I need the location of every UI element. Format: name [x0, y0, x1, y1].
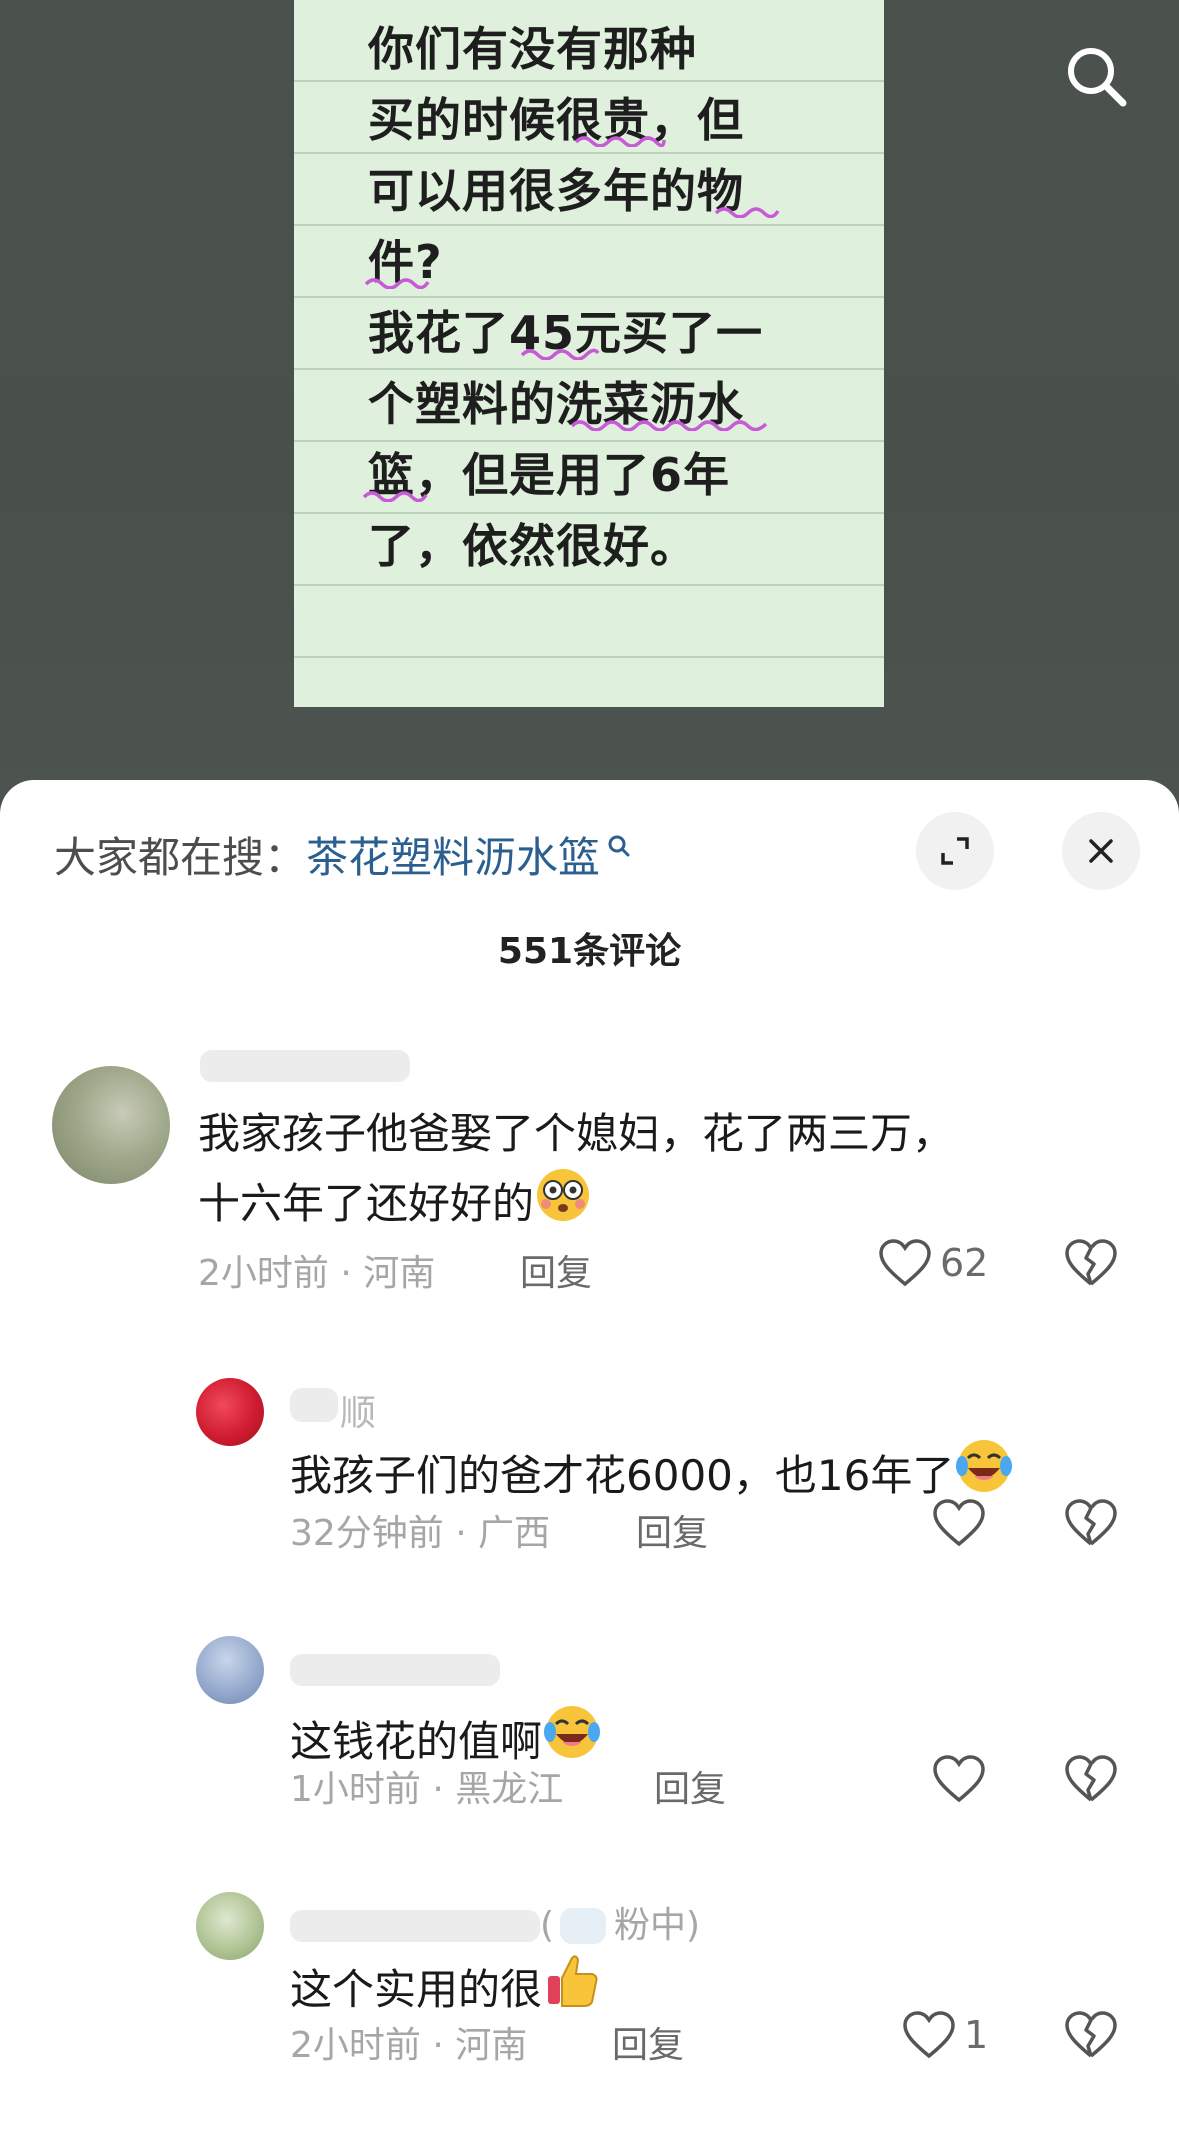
comment-text: 这个实用的很	[290, 1950, 1150, 2022]
dislike-button[interactable]	[1064, 1754, 1118, 1808]
username-blurred[interactable]	[200, 1050, 410, 1082]
video-area[interactable]: 你们有没有那种 买的时候很贵，但 可以用很多年的物 件? 我花了45元买了一 个…	[0, 0, 1179, 800]
hot-search-bar: 大家都在搜： 茶花塑料沥水篮	[54, 824, 632, 885]
broken-heart-icon	[1065, 1755, 1117, 1802]
like-count: 62	[940, 1241, 989, 1285]
dislike-button[interactable]	[1064, 2010, 1118, 2064]
heart-icon	[933, 1755, 985, 1803]
avatar[interactable]	[52, 1066, 170, 1184]
note-text: 你们有没有那种 买的时候很贵，但 可以用很多年的物 件? 我花了45元买了一 个…	[368, 22, 764, 573]
expand-icon	[941, 837, 969, 865]
reply-item: 这钱花的值啊 1小时前 · 黑龙江 回复	[0, 1632, 1179, 1842]
avatar[interactable]	[196, 1892, 264, 1960]
comment-count: 551条评论	[497, 931, 682, 972]
reply-item: 顺 我孩子们的爸才花6000，也16年了 32分钟前 · 广西 回复	[0, 1376, 1179, 1586]
broken-heart-icon	[1065, 1239, 1117, 1286]
avatar[interactable]	[196, 1636, 264, 1704]
avatar[interactable]	[196, 1378, 264, 1446]
hot-search-link[interactable]: 茶花塑料沥水篮	[306, 824, 600, 885]
hot-search-prefix: 大家都在搜：	[54, 833, 307, 882]
heart-icon	[933, 1499, 985, 1547]
comment-sheet: 大家都在搜： 茶花塑料沥水篮 551条评论 我家孩子他爸娶了个媳妇，花了两三万，…	[0, 780, 1179, 2152]
reply-button[interactable]: 回复	[654, 1760, 726, 1812]
close-button[interactable]	[1062, 812, 1140, 890]
like-count: 1	[964, 2013, 989, 2057]
flushed-face-icon	[537, 1169, 590, 1221]
username[interactable]: 顺	[340, 1384, 376, 1436]
dislike-button[interactable]	[1064, 1238, 1118, 1292]
thumbs-up-icon	[548, 1955, 598, 2007]
expand-button[interactable]	[916, 812, 994, 890]
like-button[interactable]: 62	[878, 1238, 988, 1288]
like-button[interactable]	[932, 1754, 986, 1804]
broken-heart-icon	[1065, 1499, 1117, 1546]
reply-button[interactable]: 回复	[636, 1504, 708, 1556]
reply-item: (粉中) 这个实用的很 2小时前 · 河南 回复 1	[0, 1888, 1179, 2148]
small-search-icon	[608, 835, 630, 856]
laughing-crying-face-icon	[544, 1706, 601, 1758]
comment-text: 我孩子们的爸才花6000，也16年了	[290, 1436, 1150, 1508]
comment-text: 我家孩子他爸娶了个媳妇，花了两三万， 十六年了还好好的	[198, 1109, 955, 1228]
like-button[interactable]	[932, 1498, 986, 1548]
broken-heart-icon	[1065, 2011, 1117, 2058]
username-blurred[interactable]	[290, 1910, 540, 1942]
laughing-crying-face-icon	[956, 1440, 1013, 1492]
username-blurred[interactable]	[290, 1654, 500, 1686]
comment-meta: 1小时前 · 黑龙江	[290, 1769, 564, 1810]
heart-icon	[879, 1239, 931, 1287]
search-button[interactable]	[1056, 36, 1136, 116]
comment-meta: 2小时前 · 河南	[290, 2025, 528, 2066]
close-icon	[1089, 839, 1113, 863]
comment-meta: 2小时前 · 河南	[198, 1253, 436, 1294]
reply-button[interactable]: 回复	[612, 2016, 684, 2068]
reply-button[interactable]: 回复	[520, 1244, 592, 1296]
comment-meta: 32分钟前 · 广西	[290, 1513, 551, 1554]
username-blurred[interactable]	[290, 1388, 338, 1422]
like-button[interactable]: 1	[902, 2010, 988, 2060]
heart-icon	[903, 2011, 955, 2059]
comment-item: 我家孩子他爸娶了个媳妇，花了两三万， 十六年了还好好的 2小时前 · 河南 回复…	[0, 1030, 1179, 1294]
dislike-button[interactable]	[1064, 1498, 1118, 1552]
search-icon	[1068, 48, 1127, 107]
fan-badge: (粉中)	[540, 1905, 701, 1946]
